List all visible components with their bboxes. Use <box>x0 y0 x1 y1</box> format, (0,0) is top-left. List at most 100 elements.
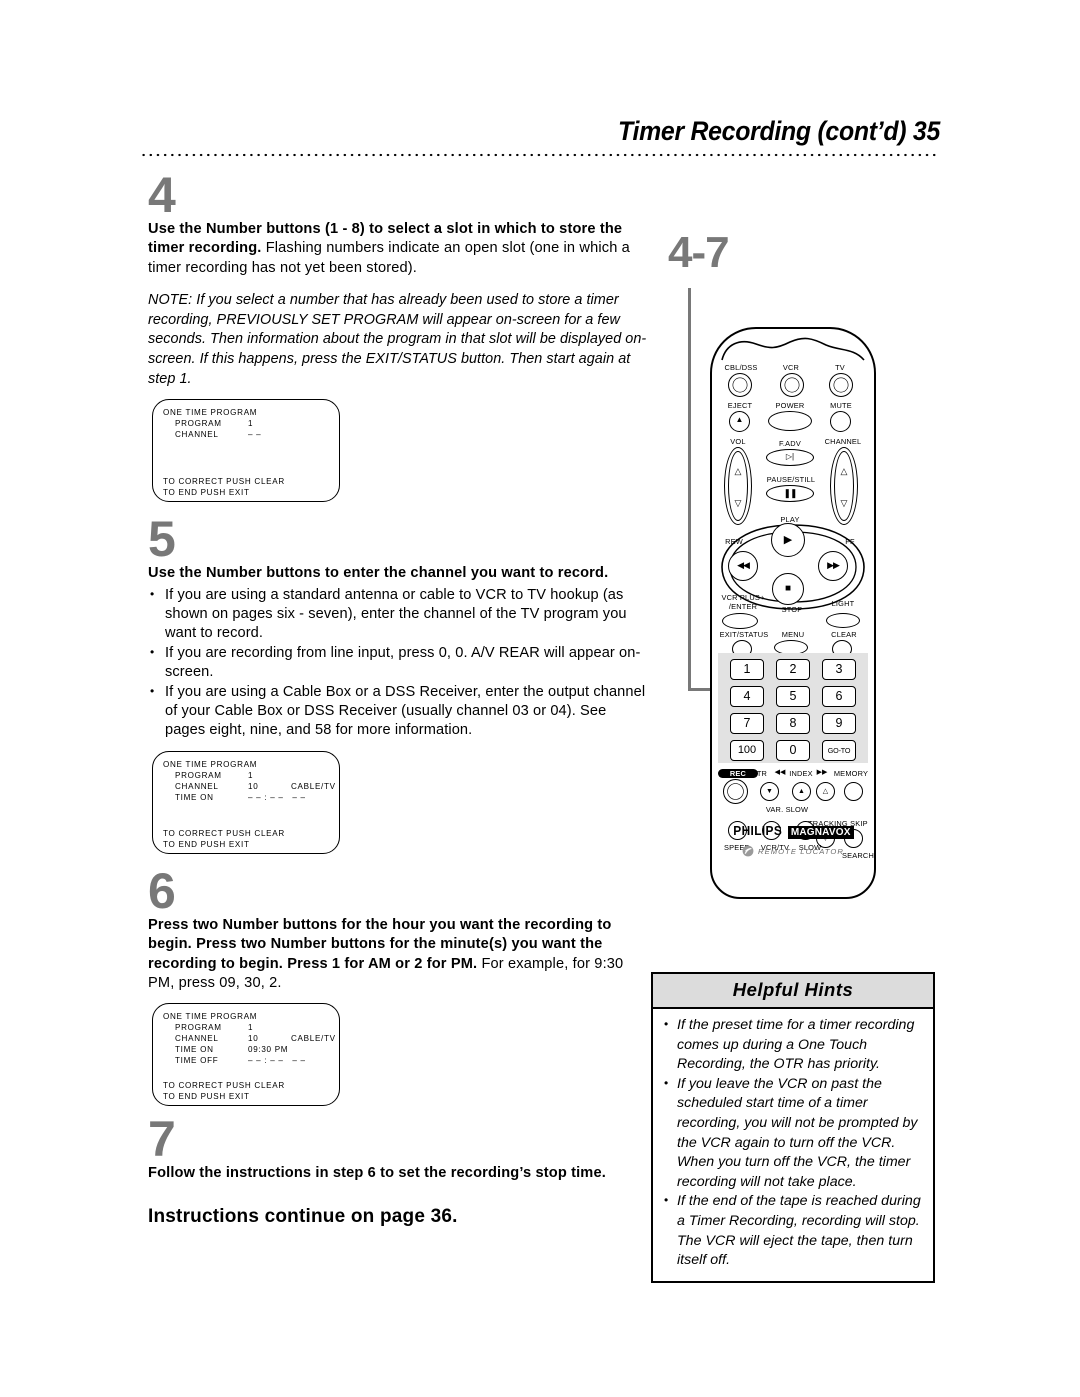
step-7-lead: Follow the instructions in step 6 to set… <box>148 1165 606 1182</box>
rewind-icon: ◀◀ <box>737 560 750 570</box>
channel-down-icon[interactable]: ▽ <box>834 499 854 508</box>
light-button[interactable] <box>826 613 860 628</box>
vcr-plus-label: VCR PLUS+ <box>721 593 765 602</box>
light-label: LIGHT <box>831 599 855 608</box>
osd-row-label: TIME ON <box>175 792 214 802</box>
pause-icon: ❚❚ <box>783 488 797 498</box>
list-item: If you are using a standard antenna or c… <box>148 585 648 644</box>
header-dotted-rule <box>140 153 940 157</box>
vcr-plus-enter-button[interactable] <box>722 613 758 629</box>
play-icon: ▶ <box>783 534 793 546</box>
osd-row-value: 09:30 PM <box>248 1045 289 1055</box>
remote-top-contour <box>721 337 865 361</box>
osd-row-value: 1 <box>248 1023 254 1033</box>
vcr-label: VCR <box>782 363 800 372</box>
osd-row-value: 1 <box>248 419 254 429</box>
osd-title: ONE TIME PROGRAM <box>163 1012 258 1022</box>
osd-row-value-2: CABLE/TV <box>291 781 336 791</box>
mute-button[interactable] <box>830 411 851 432</box>
rec-otr-button-inner <box>727 783 744 800</box>
key-0[interactable]: 0 <box>776 740 810 761</box>
osd-row-value: 10 <box>248 781 259 791</box>
channel-up-icon[interactable]: △ <box>834 467 854 476</box>
remote-control-diagram: CBL/DSS VCR TV EJECT POWER MUTE ▲ VOL CH… <box>710 327 876 899</box>
pause-still-label: PAUSE/STILL <box>766 475 816 484</box>
step-6: 6 Press two Number buttons for the hour … <box>148 862 648 1107</box>
callout-leader-line-vertical <box>688 288 691 691</box>
var-slow-label: VAR. SLOW <box>765 805 809 814</box>
helpful-hints-box: Helpful Hints If the preset time for a t… <box>651 972 935 1283</box>
memory-button[interactable] <box>844 782 863 801</box>
list-item: If you leave the VCR on past the schedul… <box>662 1074 924 1193</box>
tracking-up-icon: △ <box>822 788 829 795</box>
vol-label: VOL <box>730 437 746 446</box>
key-go-to[interactable]: GO-TO <box>822 740 856 761</box>
step-7-text: Follow the instructions in step 6 to set… <box>148 1164 648 1183</box>
philips-wordmark: PHILIPS <box>733 824 783 838</box>
vcr-plus-enter-label: /ENTER <box>728 602 758 611</box>
osd-title: ONE TIME PROGRAM <box>163 408 258 418</box>
key-6[interactable]: 6 <box>822 686 856 707</box>
index-label: INDEX <box>789 769 813 778</box>
osd-row-value: – – : – – – – <box>248 792 306 802</box>
key-2[interactable]: 2 <box>776 659 810 680</box>
osd-footer-1: TO CORRECT PUSH CLEAR <box>163 828 285 838</box>
step-5: 5 Use the Number buttons to enter the ch… <box>148 511 648 854</box>
key-1[interactable]: 1 <box>730 659 764 680</box>
manual-page: Timer Recording (cont’d) 35 4 Use the Nu… <box>0 0 1080 1397</box>
step-6-text: Press two Number buttons for the hour yo… <box>148 916 648 994</box>
osd-row-value: – – <box>248 430 262 440</box>
osd-row-label: TIME ON <box>175 1045 214 1055</box>
eject-label: EJECT <box>727 401 753 410</box>
osd-row-value: – – : – – – – <box>248 1056 306 1066</box>
key-5[interactable]: 5 <box>776 686 810 707</box>
volume-down-icon[interactable]: ▽ <box>728 499 748 508</box>
osd-row-label: PROGRAM <box>175 419 222 429</box>
key-4[interactable]: 4 <box>730 686 764 707</box>
volume-up-icon[interactable]: △ <box>728 467 748 476</box>
key-9[interactable]: 9 <box>822 713 856 734</box>
osd-row-value: 10 <box>248 1034 259 1044</box>
power-button[interactable] <box>768 411 812 431</box>
step-4-note: NOTE: If you select a number that has al… <box>148 292 647 387</box>
osd-screen-2: ONE TIME PROGRAM PROGRAM 1 CHANNEL 10 CA… <box>152 750 340 854</box>
exit-status-label: EXIT/STATUS <box>719 630 769 639</box>
step-5-lead-text: Use the Number buttons to enter the chan… <box>148 565 609 582</box>
list-item: If the preset time for a timer recording… <box>662 1015 924 1075</box>
key-100[interactable]: 100 <box>730 740 764 761</box>
osd-row-label: CHANNEL <box>175 781 219 791</box>
var-slow-down-icon: ▼ <box>766 788 773 795</box>
step-number: 5 <box>148 511 176 568</box>
frame-advance-icon: ▷| <box>785 452 795 461</box>
osd-footer-1: TO CORRECT PUSH CLEAR <box>163 477 285 487</box>
osd-row-label: PROGRAM <box>175 1023 222 1033</box>
callout-step-range: 4-7 <box>668 228 730 277</box>
key-8[interactable]: 8 <box>776 713 810 734</box>
osd-row-label: CHANNEL <box>175 1034 219 1044</box>
step-number: 4 <box>148 167 176 223</box>
key-7[interactable]: 7 <box>730 713 764 734</box>
memory-label: MEMORY <box>833 769 869 778</box>
continue-note: Instructions continue on page 36. <box>148 1205 458 1227</box>
helpful-hints-list: If the preset time for a timer recording… <box>653 1009 933 1281</box>
clear-label: CLEAR <box>831 630 857 639</box>
osd-title: ONE TIME PROGRAM <box>163 759 258 769</box>
page-title: Timer Recording (cont’d) 35 <box>618 116 940 146</box>
step-number: 7 <box>148 1111 176 1168</box>
osd-footer-2: TO END PUSH EXIT <box>163 1092 250 1102</box>
f-adv-label: F.ADV <box>779 439 801 448</box>
osd-footer-2: TO END PUSH EXIT <box>163 488 250 498</box>
signal-icon <box>742 845 754 857</box>
step-7: 7 Follow the instructions in step 6 to s… <box>148 1111 648 1227</box>
osd-row-label: PROGRAM <box>175 770 222 780</box>
magnavox-wordmark: MAGNAVOX <box>787 826 854 839</box>
step-4-text: Use the Number buttons (1 - 8) to select… <box>148 220 648 278</box>
volume-rocker-inner <box>728 451 748 521</box>
helpful-hints-title: Helpful Hints <box>653 974 933 1009</box>
mute-label: MUTE <box>830 401 852 410</box>
brand-area: PHILIPS MAGNAVOX REMOTE LOCATOR <box>710 822 876 857</box>
key-3[interactable]: 3 <box>822 659 856 680</box>
osd-row-label: TIME OFF <box>175 1056 219 1066</box>
list-item: If you are using a Cable Box or a DSS Re… <box>148 682 648 741</box>
step-number: 6 <box>148 862 176 919</box>
